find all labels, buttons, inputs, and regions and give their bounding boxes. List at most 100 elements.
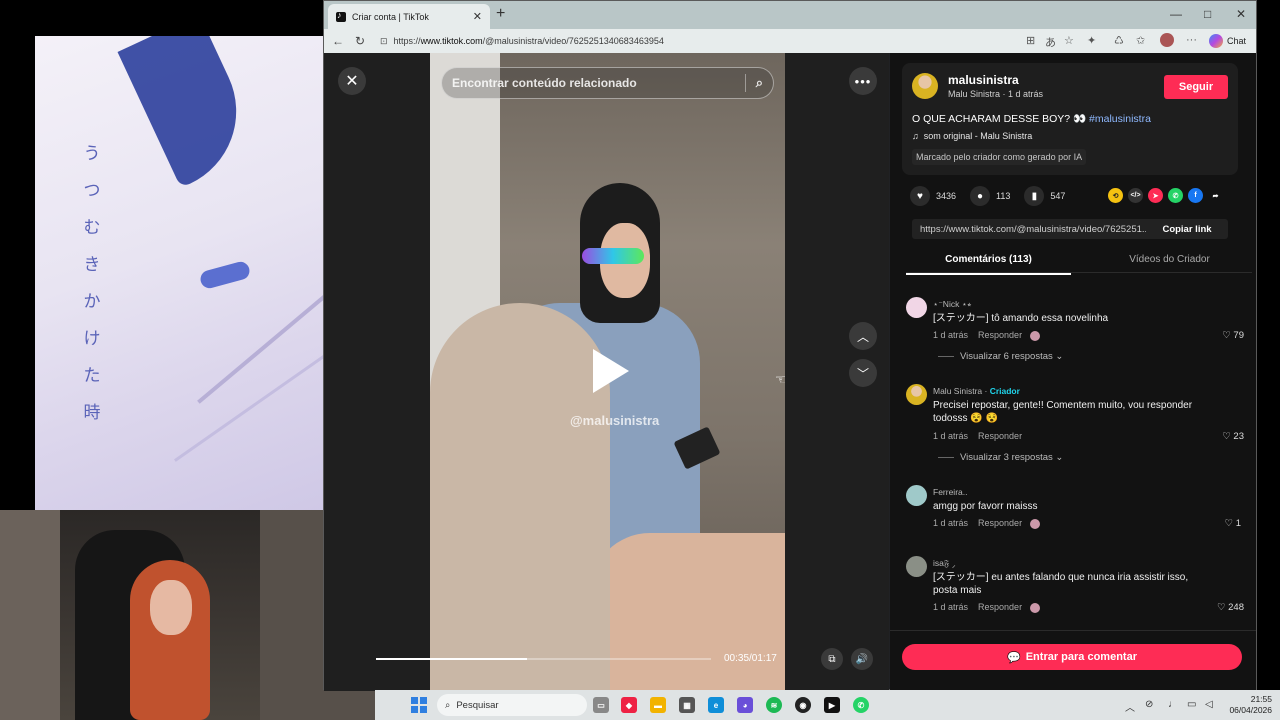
tab-creator-videos[interactable]: Vídeos do Criador — [1087, 254, 1252, 265]
edge-icon[interactable]: e — [708, 697, 724, 713]
search-icon[interactable]: ⌕ — [756, 75, 763, 91]
browser-essentials-icon[interactable]: ♺ — [1114, 34, 1124, 47]
chevron-up-icon[interactable]: ︿ — [849, 322, 877, 350]
creator-liked-icon — [1030, 330, 1041, 341]
obs-icon[interactable]: ◉ — [795, 697, 811, 713]
network-icon[interactable]: ▭ — [1187, 699, 1196, 710]
reply-button[interactable]: Responder — [978, 518, 1022, 528]
tray-app-icon[interactable]: ⊘ — [1145, 699, 1153, 710]
minimize-button[interactable]: — — [1170, 7, 1182, 21]
play-icon[interactable] — [593, 349, 629, 393]
favorites-icon[interactable]: ✩ — [1136, 34, 1145, 47]
windows-start-icon[interactable] — [411, 697, 427, 713]
heart-icon: ♥ — [910, 186, 930, 206]
maximize-button[interactable]: □ — [1204, 7, 1211, 21]
reply-button[interactable]: Responder — [978, 602, 1022, 612]
window-close-button[interactable]: ✕ — [1236, 7, 1246, 21]
progress-fill — [376, 658, 527, 660]
reply-button[interactable]: Responder — [978, 330, 1022, 340]
comment-like-count: 248 — [1228, 602, 1244, 613]
share-arrow-icon[interactable]: ➦ — [1208, 188, 1223, 203]
comment-like-button[interactable]: ♡ 1 — [1225, 518, 1241, 529]
system-clock[interactable]: 21:55 06/04/2026 — [1229, 694, 1272, 716]
commenter-avatar[interactable] — [906, 297, 927, 318]
vertical-char: む — [83, 218, 101, 238]
save-button[interactable]: ▮ 547 — [1024, 186, 1065, 206]
copy-link-row: https://www.tiktok.com/@malusinistra/vid… — [912, 219, 1228, 239]
embed-icon[interactable]: </> — [1128, 188, 1143, 203]
tab-close-icon[interactable]: ✕ — [473, 10, 482, 23]
follow-button[interactable]: Seguir — [1164, 75, 1228, 99]
streaming-app-icon[interactable]: ▶ — [824, 697, 840, 713]
tab-comments[interactable]: Comentários (113) — [906, 254, 1071, 275]
more-options-icon[interactable]: ··· — [1186, 34, 1197, 46]
mouse-cursor-icon: ☜ — [775, 371, 785, 387]
store-icon[interactable]: ▦ — [679, 697, 695, 713]
video-scene — [582, 248, 644, 264]
comment-like-count: 23 — [1233, 431, 1244, 442]
file-explorer-icon[interactable]: ▬ — [650, 697, 666, 713]
site-info-icon[interactable]: ⊡ — [380, 36, 388, 47]
commenter-avatar[interactable] — [906, 485, 927, 506]
refresh-icon[interactable]: ↻ — [355, 34, 365, 48]
browser-tab[interactable]: Criar conta | TikTok ✕ — [328, 4, 490, 29]
hashtag-link[interactable]: #malusinistra — [1089, 113, 1151, 125]
close-icon[interactable]: ✕ — [338, 67, 366, 95]
comment-meta: 1 d atrás Responder — [933, 330, 1041, 341]
view-replies-button[interactable]: Visualizar 6 respostas ⌄ — [938, 351, 1063, 362]
copilot-chat-button[interactable]: Chat — [1208, 34, 1246, 48]
copilot-app-icon[interactable]: ◆ — [621, 697, 637, 713]
whatsapp-icon[interactable]: ✆ — [1168, 188, 1183, 203]
commenter-avatar[interactable] — [906, 556, 927, 577]
video-frame[interactable]: Encontrar conteúdo relacionado ⌕ @malusi… — [430, 53, 785, 691]
volume-icon[interactable]: 🔊 — [851, 648, 873, 670]
webcam-background — [0, 510, 60, 720]
comment-meta: 1 d atrás Responder — [933, 518, 1041, 529]
speaker-icon[interactable]: ◁ — [1205, 699, 1213, 710]
picture-in-picture-icon[interactable]: ⧉ — [821, 648, 843, 670]
send-icon[interactable]: ➤ — [1148, 188, 1163, 203]
apps-icon[interactable]: ⊞ — [1026, 34, 1035, 47]
url-field[interactable]: ⊡ https://www.tiktok.com/@malusinistra/v… — [374, 32, 1014, 50]
tray-chevron-icon[interactable]: ︿ — [1125, 699, 1135, 714]
comment-text: [ステッカー] tô amando essa novelinha — [933, 313, 1109, 324]
back-icon[interactable]: ← — [332, 34, 344, 48]
post-caption: O QUE ACHARAM DESSE BOY? 👀 #malusinistra — [912, 112, 1151, 125]
clock-time: 21:55 — [1250, 694, 1272, 704]
repost-icon[interactable]: ⟲ — [1108, 188, 1123, 203]
task-view-icon[interactable]: ▭ — [593, 697, 609, 713]
login-to-comment-button[interactable]: 💬 Entrar para comentar — [902, 644, 1242, 670]
copy-link-button[interactable]: Copiar link — [1146, 224, 1228, 235]
favorite-star-icon[interactable]: ☆ — [1064, 34, 1074, 47]
commenter-name[interactable]: Ferreira.. — [933, 487, 967, 497]
translate-icon[interactable]: あ — [1045, 34, 1056, 50]
comment-button[interactable]: ● 113 — [970, 186, 1010, 206]
commenter-name[interactable]: isa𝔉 ⸝ — [933, 558, 956, 569]
taskbar-search-field[interactable]: ⌕ Pesquisar — [437, 694, 587, 716]
comment-like-button[interactable]: ♡ 23 — [1222, 431, 1244, 442]
profile-avatar[interactable] — [1160, 33, 1174, 47]
discord-icon[interactable]: ◕ — [737, 697, 753, 713]
new-tab-button[interactable]: + — [496, 5, 505, 23]
whatsapp-icon[interactable]: ✆ — [853, 697, 869, 713]
related-search-input[interactable]: Encontrar conteúdo relacionado ⌕ — [441, 67, 774, 99]
like-button[interactable]: ♥ 3436 — [910, 186, 956, 206]
author-avatar[interactable] — [912, 73, 938, 99]
video-progress-bar[interactable] — [376, 658, 711, 660]
video-link-text: https://www.tiktok.com/@malusinistra/vid… — [920, 223, 1146, 235]
reply-button[interactable]: Responder — [978, 431, 1022, 441]
author-name[interactable]: malusinistra — [948, 73, 1019, 87]
spotify-icon[interactable]: ≋ — [766, 697, 782, 713]
commenter-name[interactable]: Malu Sinistra · Criador — [933, 386, 1020, 396]
facebook-icon[interactable]: f — [1188, 188, 1203, 203]
sound-link[interactable]: ♫ som original - Malu Sinistra — [912, 131, 1032, 141]
commenter-avatar[interactable] — [906, 384, 927, 405]
comment-like-button[interactable]: ♡ 79 — [1222, 330, 1244, 341]
more-options-icon[interactable]: ••• — [849, 67, 877, 95]
comment-like-button[interactable]: ♡ 248 — [1217, 602, 1244, 613]
commenter-name[interactable]: ⋆⁻Nick ⋆⭒ — [933, 299, 972, 310]
microphone-icon[interactable]: ♩ — [1168, 699, 1178, 710]
extensions-icon[interactable]: ✦ — [1087, 34, 1096, 47]
chevron-down-icon[interactable]: ﹀ — [849, 359, 877, 387]
view-replies-button[interactable]: Visualizar 3 respostas ⌄ — [938, 452, 1063, 463]
